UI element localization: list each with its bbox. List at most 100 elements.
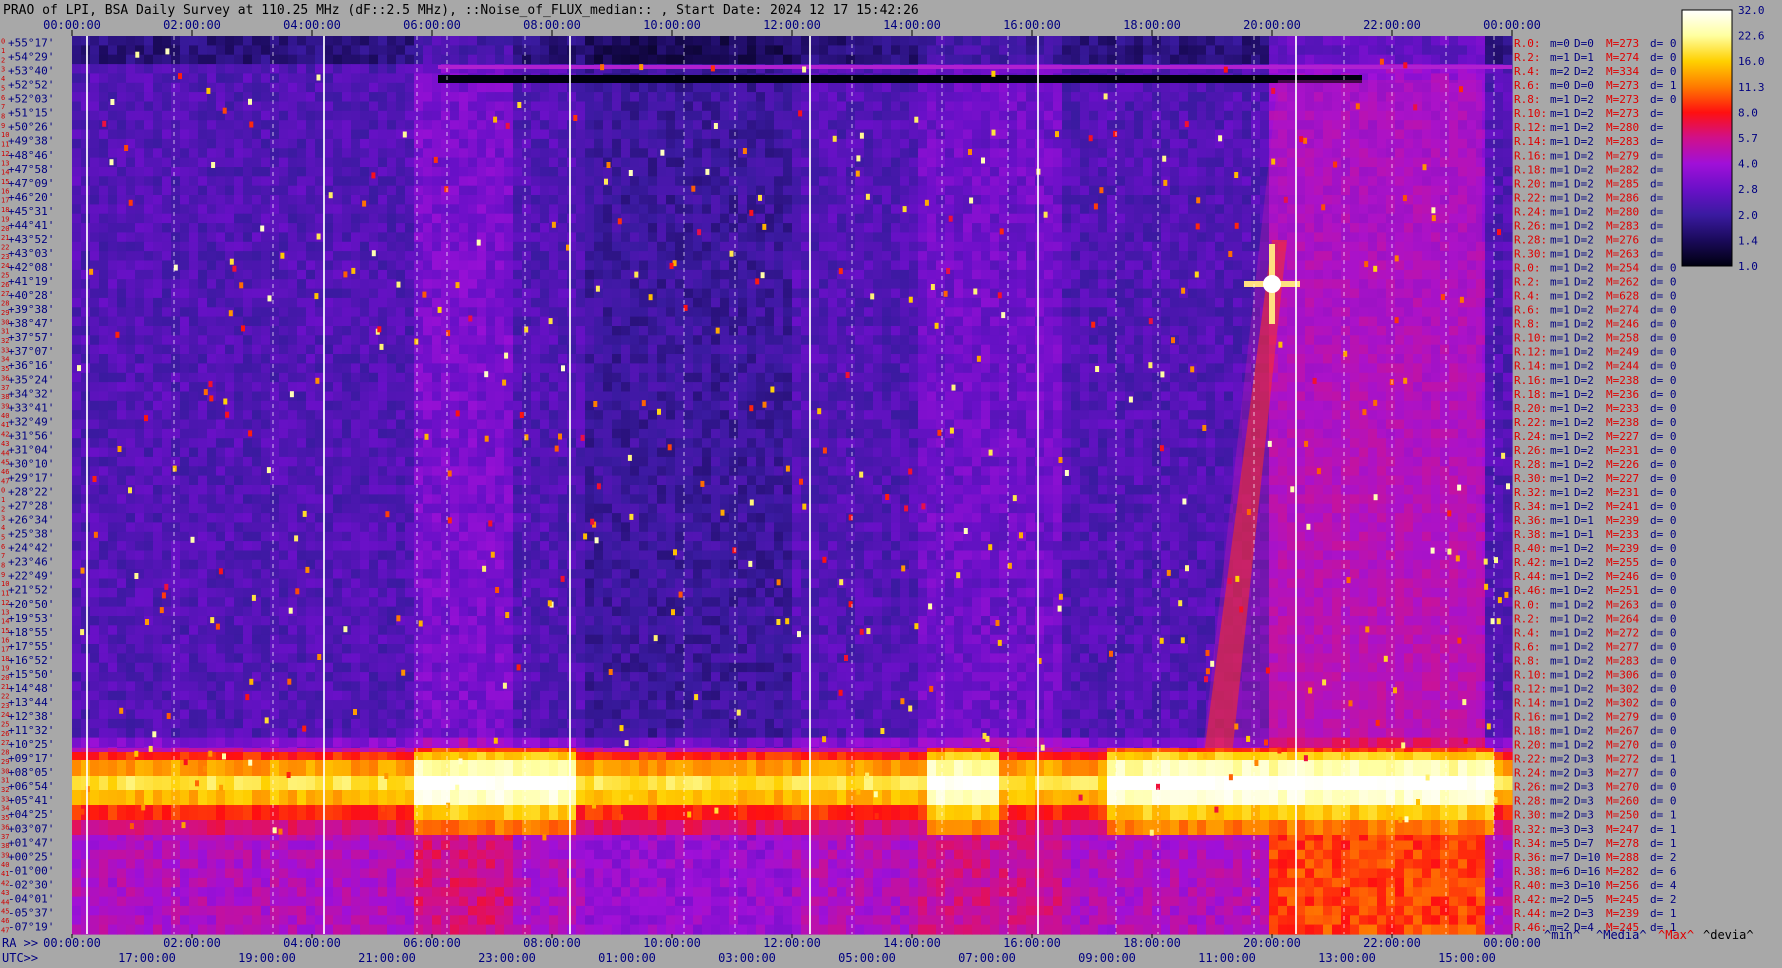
heatmap-cell <box>1098 241 1108 252</box>
heatmap-cell <box>702 251 712 262</box>
heatmap-cell <box>1485 297 1495 308</box>
heatmap-cell <box>495 260 505 271</box>
heatmap-cell <box>1494 307 1504 318</box>
heatmap-cell <box>540 241 550 252</box>
heatmap-cell <box>189 120 199 131</box>
heatmap-cell <box>1071 195 1081 205</box>
heatmap-cell <box>747 185 757 196</box>
heatmap-cell <box>585 167 595 177</box>
heatmap-cell <box>711 167 721 177</box>
heatmap-cell <box>1233 138 1243 149</box>
heatmap-cell <box>198 241 208 252</box>
heatmap-cell <box>72 101 82 112</box>
heatmap-cell <box>288 82 298 93</box>
heatmap-cell <box>1503 260 1513 271</box>
heatmap-cell <box>342 279 352 290</box>
heatmap-cell <box>765 45 775 56</box>
heatmap-cell <box>900 297 910 308</box>
heatmap-cell <box>441 288 451 299</box>
heatmap-cell <box>1116 288 1126 299</box>
heatmap-cell <box>1206 167 1216 177</box>
heatmap-cell <box>432 232 442 243</box>
heatmap-cell <box>504 241 514 252</box>
heatmap-cell <box>1062 110 1072 121</box>
heatmap-cell <box>1071 213 1081 224</box>
heatmap-cell <box>126 288 136 299</box>
heatmap-cell <box>207 269 217 280</box>
heatmap-cell <box>1116 316 1126 327</box>
heatmap-cell <box>234 45 244 56</box>
heatmap-cell <box>1494 129 1504 140</box>
heatmap-cell <box>900 54 910 65</box>
heatmap-cell <box>135 269 145 280</box>
heatmap-cell <box>675 54 685 65</box>
heatmap-cell <box>909 36 919 46</box>
heatmap-cell <box>1125 223 1135 234</box>
heatmap-cell <box>477 82 487 93</box>
heatmap-cell <box>1125 260 1135 271</box>
heatmap-cell <box>891 279 901 290</box>
heatmap-cell <box>297 120 307 131</box>
heatmap-cell <box>135 297 145 308</box>
heatmap-cell <box>810 269 820 280</box>
heatmap-cell <box>720 45 730 56</box>
heatmap-cell <box>369 157 379 168</box>
heatmap-cell <box>261 120 271 131</box>
heatmap-cell <box>450 297 460 308</box>
heatmap-cell <box>99 138 109 149</box>
heatmap-cell <box>171 129 181 140</box>
heatmap-cell <box>90 64 100 75</box>
heatmap-cell <box>99 82 109 93</box>
heatmap-cell <box>990 251 1000 262</box>
heatmap-cell <box>1107 148 1117 159</box>
heatmap-cell <box>972 148 982 159</box>
heatmap-cell <box>747 120 757 131</box>
heatmap-cell <box>765 92 775 103</box>
heatmap-cell <box>1134 54 1144 65</box>
heatmap-cell <box>1494 82 1504 93</box>
heatmap-cell <box>1080 45 1090 56</box>
heatmap-cell <box>1035 176 1045 187</box>
heatmap-cell <box>288 73 298 84</box>
heatmap-cell <box>171 101 181 112</box>
heatmap-cell <box>783 138 793 149</box>
heatmap-cell <box>297 279 307 290</box>
heatmap-cell <box>90 148 100 159</box>
heatmap-cell <box>153 232 163 243</box>
heatmap-cell <box>585 157 595 168</box>
heatmap-cell <box>360 279 370 290</box>
heatmap-cell <box>1017 138 1027 149</box>
heatmap-cell <box>477 279 487 290</box>
heatmap-cell <box>585 260 595 271</box>
heatmap-cell <box>747 260 757 271</box>
heatmap-cell <box>648 307 658 318</box>
heatmap-cell <box>126 241 136 252</box>
heatmap-cell <box>99 204 109 215</box>
heatmap-cell <box>207 307 217 318</box>
heatmap-cell <box>117 213 127 224</box>
heatmap-cell <box>441 36 451 46</box>
heatmap-cell <box>648 110 658 121</box>
heatmap-cell <box>486 223 496 234</box>
heatmap-cell <box>189 64 199 75</box>
heatmap-cell <box>855 307 865 318</box>
heatmap-cell <box>558 195 568 205</box>
heatmap-cell <box>153 316 163 327</box>
heatmap-cell <box>396 307 406 318</box>
heatmap-cell <box>180 157 190 168</box>
heatmap-cell <box>1107 279 1117 290</box>
heatmap-cell <box>423 101 433 112</box>
heatmap-cell <box>1089 232 1099 243</box>
heatmap-cell <box>468 157 478 168</box>
heatmap-cell <box>630 307 640 318</box>
heatmap-cell <box>612 157 622 168</box>
heatmap-cell <box>1206 251 1216 262</box>
heatmap-cell <box>486 129 496 140</box>
heatmap-cell <box>810 138 820 149</box>
heatmap-cell <box>1098 307 1108 318</box>
heatmap-cell <box>558 120 568 131</box>
heatmap-cell <box>81 223 91 234</box>
heatmap-cell <box>450 232 460 243</box>
heatmap-cell <box>1170 101 1180 112</box>
heatmap-cell <box>1053 148 1063 159</box>
